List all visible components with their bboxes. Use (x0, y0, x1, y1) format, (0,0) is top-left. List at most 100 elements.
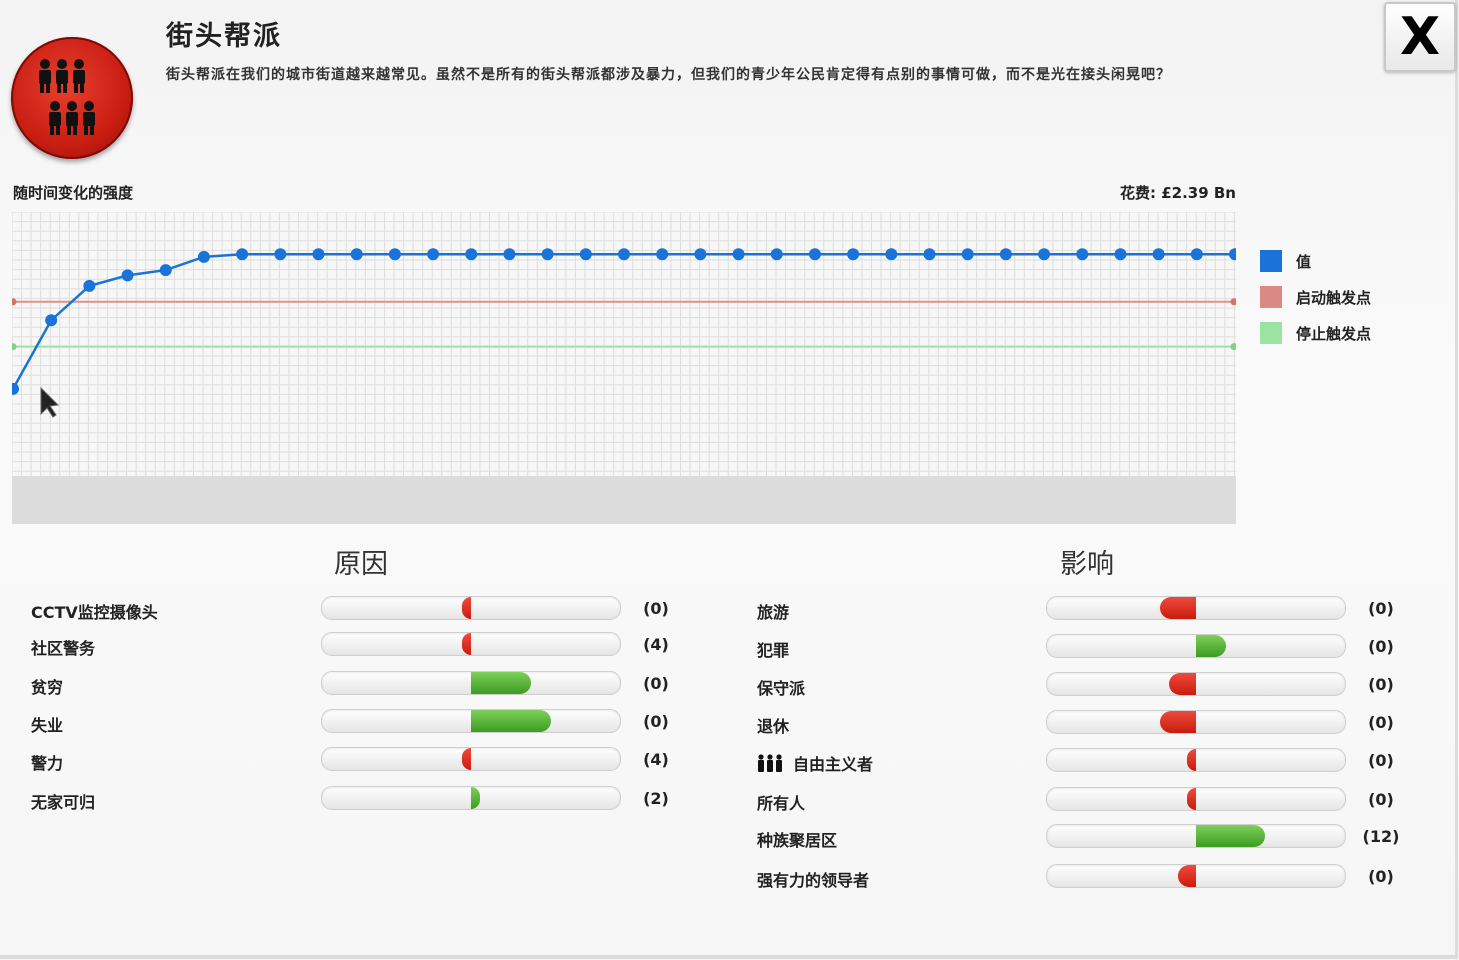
effect-row[interactable]: 自由主义者 (0) (757, 748, 1417, 776)
value-point (656, 248, 669, 261)
value-point (885, 248, 898, 261)
row-label-text: 旅游 (757, 603, 790, 622)
causes-title: 原因 (334, 549, 388, 580)
value-point (541, 248, 554, 261)
negative-effect-bar (1187, 788, 1196, 810)
row-label-text: 保守派 (757, 679, 806, 698)
negative-effect-bar (1178, 865, 1196, 887)
intensity-chart (7, 211, 1241, 524)
row-label-text: CCTV监控摄像头 (31, 603, 158, 622)
link-count: (0) (1368, 790, 1394, 809)
effect-bar-track (321, 786, 621, 810)
cause-row[interactable]: 社区警务 (4) (31, 632, 691, 660)
gang-logo-icon (11, 37, 133, 159)
value-point (961, 248, 974, 261)
legend-label-stop-trigger: 停止触发点 (1296, 324, 1372, 343)
link-count: (0) (1368, 713, 1394, 732)
effect-bar-track (321, 596, 621, 620)
value-point (312, 248, 325, 261)
negative-effect-bar (1160, 711, 1196, 733)
people-icon (757, 754, 783, 776)
negative-effect-bar (462, 633, 471, 655)
effect-row[interactable]: 旅游 (0) (757, 596, 1417, 624)
cause-label: 社区警务 (31, 635, 95, 659)
chart-footer-band (12, 476, 1236, 524)
effect-label: 种族聚居区 (757, 827, 837, 851)
cause-row[interactable]: 无家可归 (2) (31, 786, 691, 814)
value-point (197, 250, 210, 263)
chart-legend: 值 启动触发点 停止触发点 (1260, 250, 1371, 358)
effect-bar-track (1046, 634, 1346, 658)
row-label-text: 自由主义者 (793, 755, 874, 774)
positive-effect-bar (471, 672, 531, 694)
value-point (618, 248, 630, 261)
negative-effect-bar (1160, 597, 1196, 619)
effect-bar-track (321, 747, 621, 771)
effect-row[interactable]: 种族聚居区 (12) (757, 824, 1417, 852)
value-point (694, 248, 707, 261)
legend-item-stop-trigger: 停止触发点 (1260, 322, 1371, 344)
value-point (503, 248, 516, 261)
legend-swatch-start-trigger (1260, 286, 1282, 308)
row-label-text: 失业 (31, 716, 64, 735)
cause-row[interactable]: 警力 (4) (31, 747, 691, 775)
row-label-text: 犯罪 (757, 641, 790, 660)
positive-effect-bar (1196, 825, 1265, 847)
effect-bar-track (1046, 672, 1346, 696)
value-point (808, 248, 821, 261)
value-point (121, 269, 134, 282)
effect-bar-track (321, 671, 621, 695)
legend-label-value: 值 (1296, 252, 1312, 271)
value-point (1076, 248, 1089, 261)
policy-description: 街头帮派在我们的城市街道越来越常见。虽然不是所有的街头帮派都涉及暴力，但我们的青… (166, 67, 1171, 83)
link-count: (0) (1368, 867, 1394, 886)
effect-label: 所有人 (757, 790, 805, 814)
value-point (770, 248, 783, 261)
value-point (1038, 248, 1051, 261)
positive-effect-bar (1196, 635, 1226, 657)
cause-row[interactable]: 失业 (0) (31, 709, 691, 737)
cost-label: 花费: £2.39 Bn (1119, 184, 1236, 202)
value-point (427, 248, 440, 261)
row-label-text: 所有人 (757, 794, 806, 813)
effect-label: 保守派 (757, 675, 805, 699)
link-count: (0) (643, 599, 669, 618)
effect-row[interactable]: 退休 (0) (757, 710, 1417, 738)
close-button[interactable]: X (1384, 2, 1456, 72)
value-point (1152, 248, 1165, 261)
row-label-text: 无家可归 (31, 793, 96, 812)
cause-row[interactable]: 贫穷 (0) (31, 671, 691, 699)
negative-effect-bar (462, 597, 471, 619)
legend-item-value: 值 (1260, 250, 1371, 272)
cause-label: 失业 (31, 712, 63, 736)
link-count: (12) (1362, 827, 1400, 846)
row-label-text: 贫穷 (31, 678, 64, 697)
effect-bar-track (1046, 787, 1346, 811)
row-label-text: 强有力的领导者 (757, 871, 870, 890)
legend-swatch-stop-trigger (1260, 322, 1282, 344)
effect-row[interactable]: 所有人 (0) (757, 787, 1417, 815)
value-point (579, 248, 592, 261)
effect-bar-track (1046, 710, 1346, 734)
intensity-chart-svg (7, 211, 1241, 524)
negative-effect-bar (1187, 749, 1196, 771)
value-point (274, 248, 287, 261)
link-count: (4) (643, 635, 669, 654)
cause-row[interactable]: CCTV监控摄像头 (0) (31, 596, 691, 624)
effect-label: 退休 (757, 713, 789, 737)
legend-swatch-value (1260, 250, 1282, 272)
value-point (999, 248, 1012, 261)
effect-row[interactable]: 犯罪 (0) (757, 634, 1417, 662)
effect-row[interactable]: 强有力的领导者 (0) (757, 864, 1417, 892)
legend-item-start-trigger: 启动触发点 (1260, 286, 1371, 308)
value-point (83, 279, 96, 292)
cause-label: 贫穷 (31, 674, 63, 698)
value-point (732, 248, 745, 261)
positive-effect-bar (471, 710, 552, 732)
link-count: (0) (1368, 675, 1394, 694)
effect-bar-track (321, 632, 621, 656)
effect-row[interactable]: 保守派 (0) (757, 672, 1417, 700)
effect-label: 旅游 (757, 599, 789, 623)
cause-label: 警力 (31, 750, 63, 774)
link-count: (0) (1368, 599, 1394, 618)
